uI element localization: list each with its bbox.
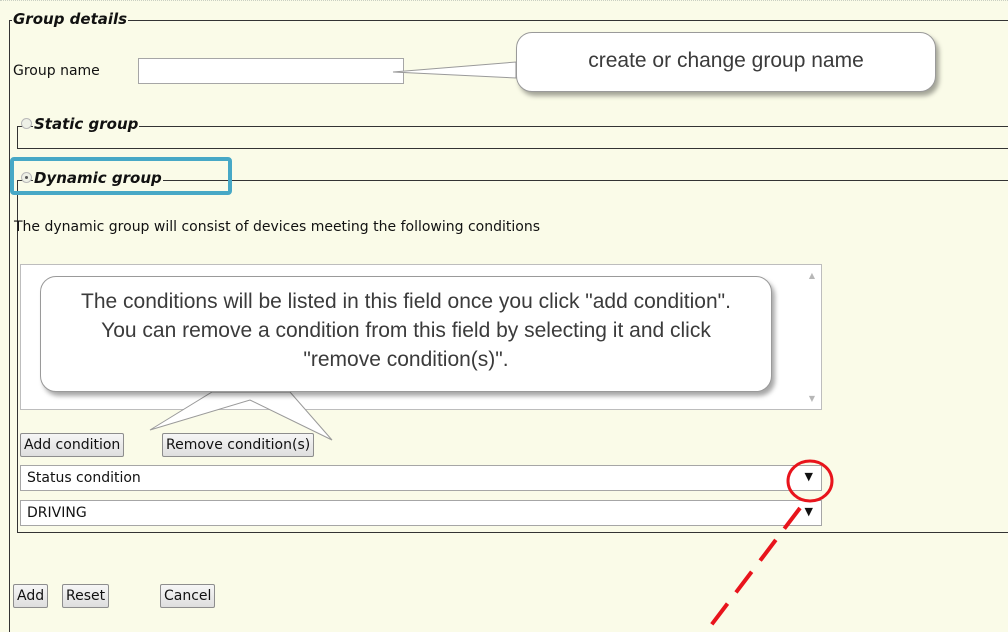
group-name-callout-text: create or change group name [588, 49, 864, 72]
top-border [0, 0, 1008, 1]
dynamic-group-bottom-border [17, 532, 1008, 533]
fieldset-left-border [9, 20, 10, 632]
static-group-legend: Static group [33, 115, 140, 133]
group-name-label: Group name [13, 63, 100, 79]
add-condition-button[interactable]: Add condition [20, 433, 125, 457]
group-details-top-border [9, 20, 1008, 21]
callout-pointer-group-name [392, 61, 517, 79]
static-group-top-border [17, 126, 1008, 127]
dynamic-group-highlight [10, 157, 232, 195]
remove-condition-button[interactable]: Remove condition(s) [162, 433, 315, 457]
static-group-radio[interactable] [21, 118, 32, 129]
cancel-button[interactable]: Cancel [160, 584, 216, 608]
red-dashed-line [704, 506, 802, 632]
group-name-callout: create or change group name [516, 32, 936, 92]
add-button[interactable]: Add [13, 584, 49, 608]
dynamic-group-description: The dynamic group will consist of device… [14, 219, 540, 235]
group-details-legend: Group details [12, 10, 129, 28]
conditions-callout-text: The conditions will be listed in this fi… [81, 290, 731, 371]
reset-button[interactable]: Reset [62, 584, 110, 608]
condition-type-select[interactable]: Status condition ▼ [20, 465, 822, 491]
static-group-bottom-border [17, 148, 1008, 149]
scroll-up-icon[interactable]: ▲ [809, 271, 815, 280]
condition-type-value: Status condition [27, 470, 141, 486]
chevron-down-icon[interactable]: ▼ [805, 505, 813, 518]
conditions-callout: The conditions will be listed in this fi… [40, 276, 772, 392]
chevron-down-icon[interactable]: ▼ [805, 470, 813, 483]
scroll-down-icon[interactable]: ▼ [809, 394, 815, 403]
static-group-left-border [17, 126, 18, 148]
condition-value-select[interactable]: DRIVING ▼ [20, 500, 822, 526]
condition-value-value: DRIVING [27, 505, 87, 521]
group-name-input[interactable] [138, 58, 404, 84]
